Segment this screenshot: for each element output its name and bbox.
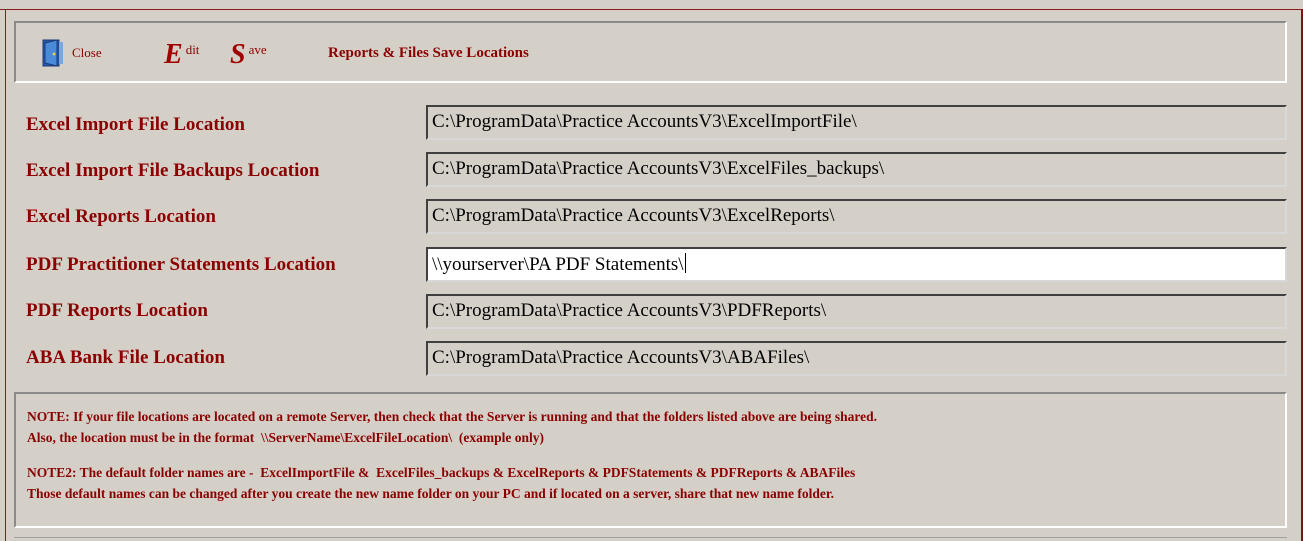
- save-label: ave: [248, 42, 267, 57]
- save-initial: S: [230, 39, 246, 70]
- excel-import-label: Excel Import File Location: [26, 114, 245, 135]
- window-left-border: [5, 9, 6, 541]
- edit-initial: E: [164, 39, 183, 70]
- notes-panel: NOTE: If your file locations are located…: [14, 392, 1287, 528]
- close-label: Close: [72, 45, 102, 60]
- note1-line2: Also, the location must be in the format…: [27, 430, 545, 445]
- edit-button[interactable]: E dit: [164, 41, 199, 69]
- close-button[interactable]: Close: [42, 39, 102, 67]
- window-top-border: [0, 9, 1303, 10]
- aba-bank-label: ABA Bank File Location: [26, 347, 225, 368]
- pdf-statements-value: \\yourserver\PA PDF Statements\: [432, 254, 684, 275]
- bottom-divider: [14, 537, 1287, 538]
- excel-reports-field[interactable]: C:\ProgramData\Practice AccountsV3\Excel…: [426, 199, 1287, 234]
- note2-line1: NOTE2: The default folder names are - Ex…: [27, 465, 856, 480]
- pdf-reports-label: PDF Reports Location: [26, 300, 208, 321]
- excel-backups-label: Excel Import File Backups Location: [26, 160, 320, 181]
- page-title: Reports & Files Save Locations: [328, 45, 529, 61]
- pdf-statements-label: PDF Practitioner Statements Location: [26, 254, 336, 275]
- note1-line1: NOTE: If your file locations are located…: [27, 409, 877, 424]
- edit-label: dit: [185, 42, 200, 57]
- excel-reports-label: Excel Reports Location: [26, 206, 216, 227]
- save-button[interactable]: S ave: [230, 41, 267, 69]
- toolbar: Close E dit S ave Reports & Files Save L…: [14, 21, 1287, 83]
- excel-import-field[interactable]: C:\ProgramData\Practice AccountsV3\Excel…: [426, 105, 1287, 140]
- excel-backups-field[interactable]: C:\ProgramData\Practice AccountsV3\Excel…: [426, 152, 1287, 187]
- door-exit-icon: [42, 39, 63, 67]
- pdf-reports-field[interactable]: C:\ProgramData\Practice AccountsV3\PDFRe…: [426, 294, 1287, 329]
- text-cursor: [684, 253, 686, 273]
- note2-line2: Those default names can be changed after…: [27, 486, 834, 501]
- aba-bank-field[interactable]: C:\ProgramData\Practice AccountsV3\ABAFi…: [426, 341, 1287, 376]
- pdf-statements-field[interactable]: \\yourserver\PA PDF Statements\: [426, 247, 1287, 282]
